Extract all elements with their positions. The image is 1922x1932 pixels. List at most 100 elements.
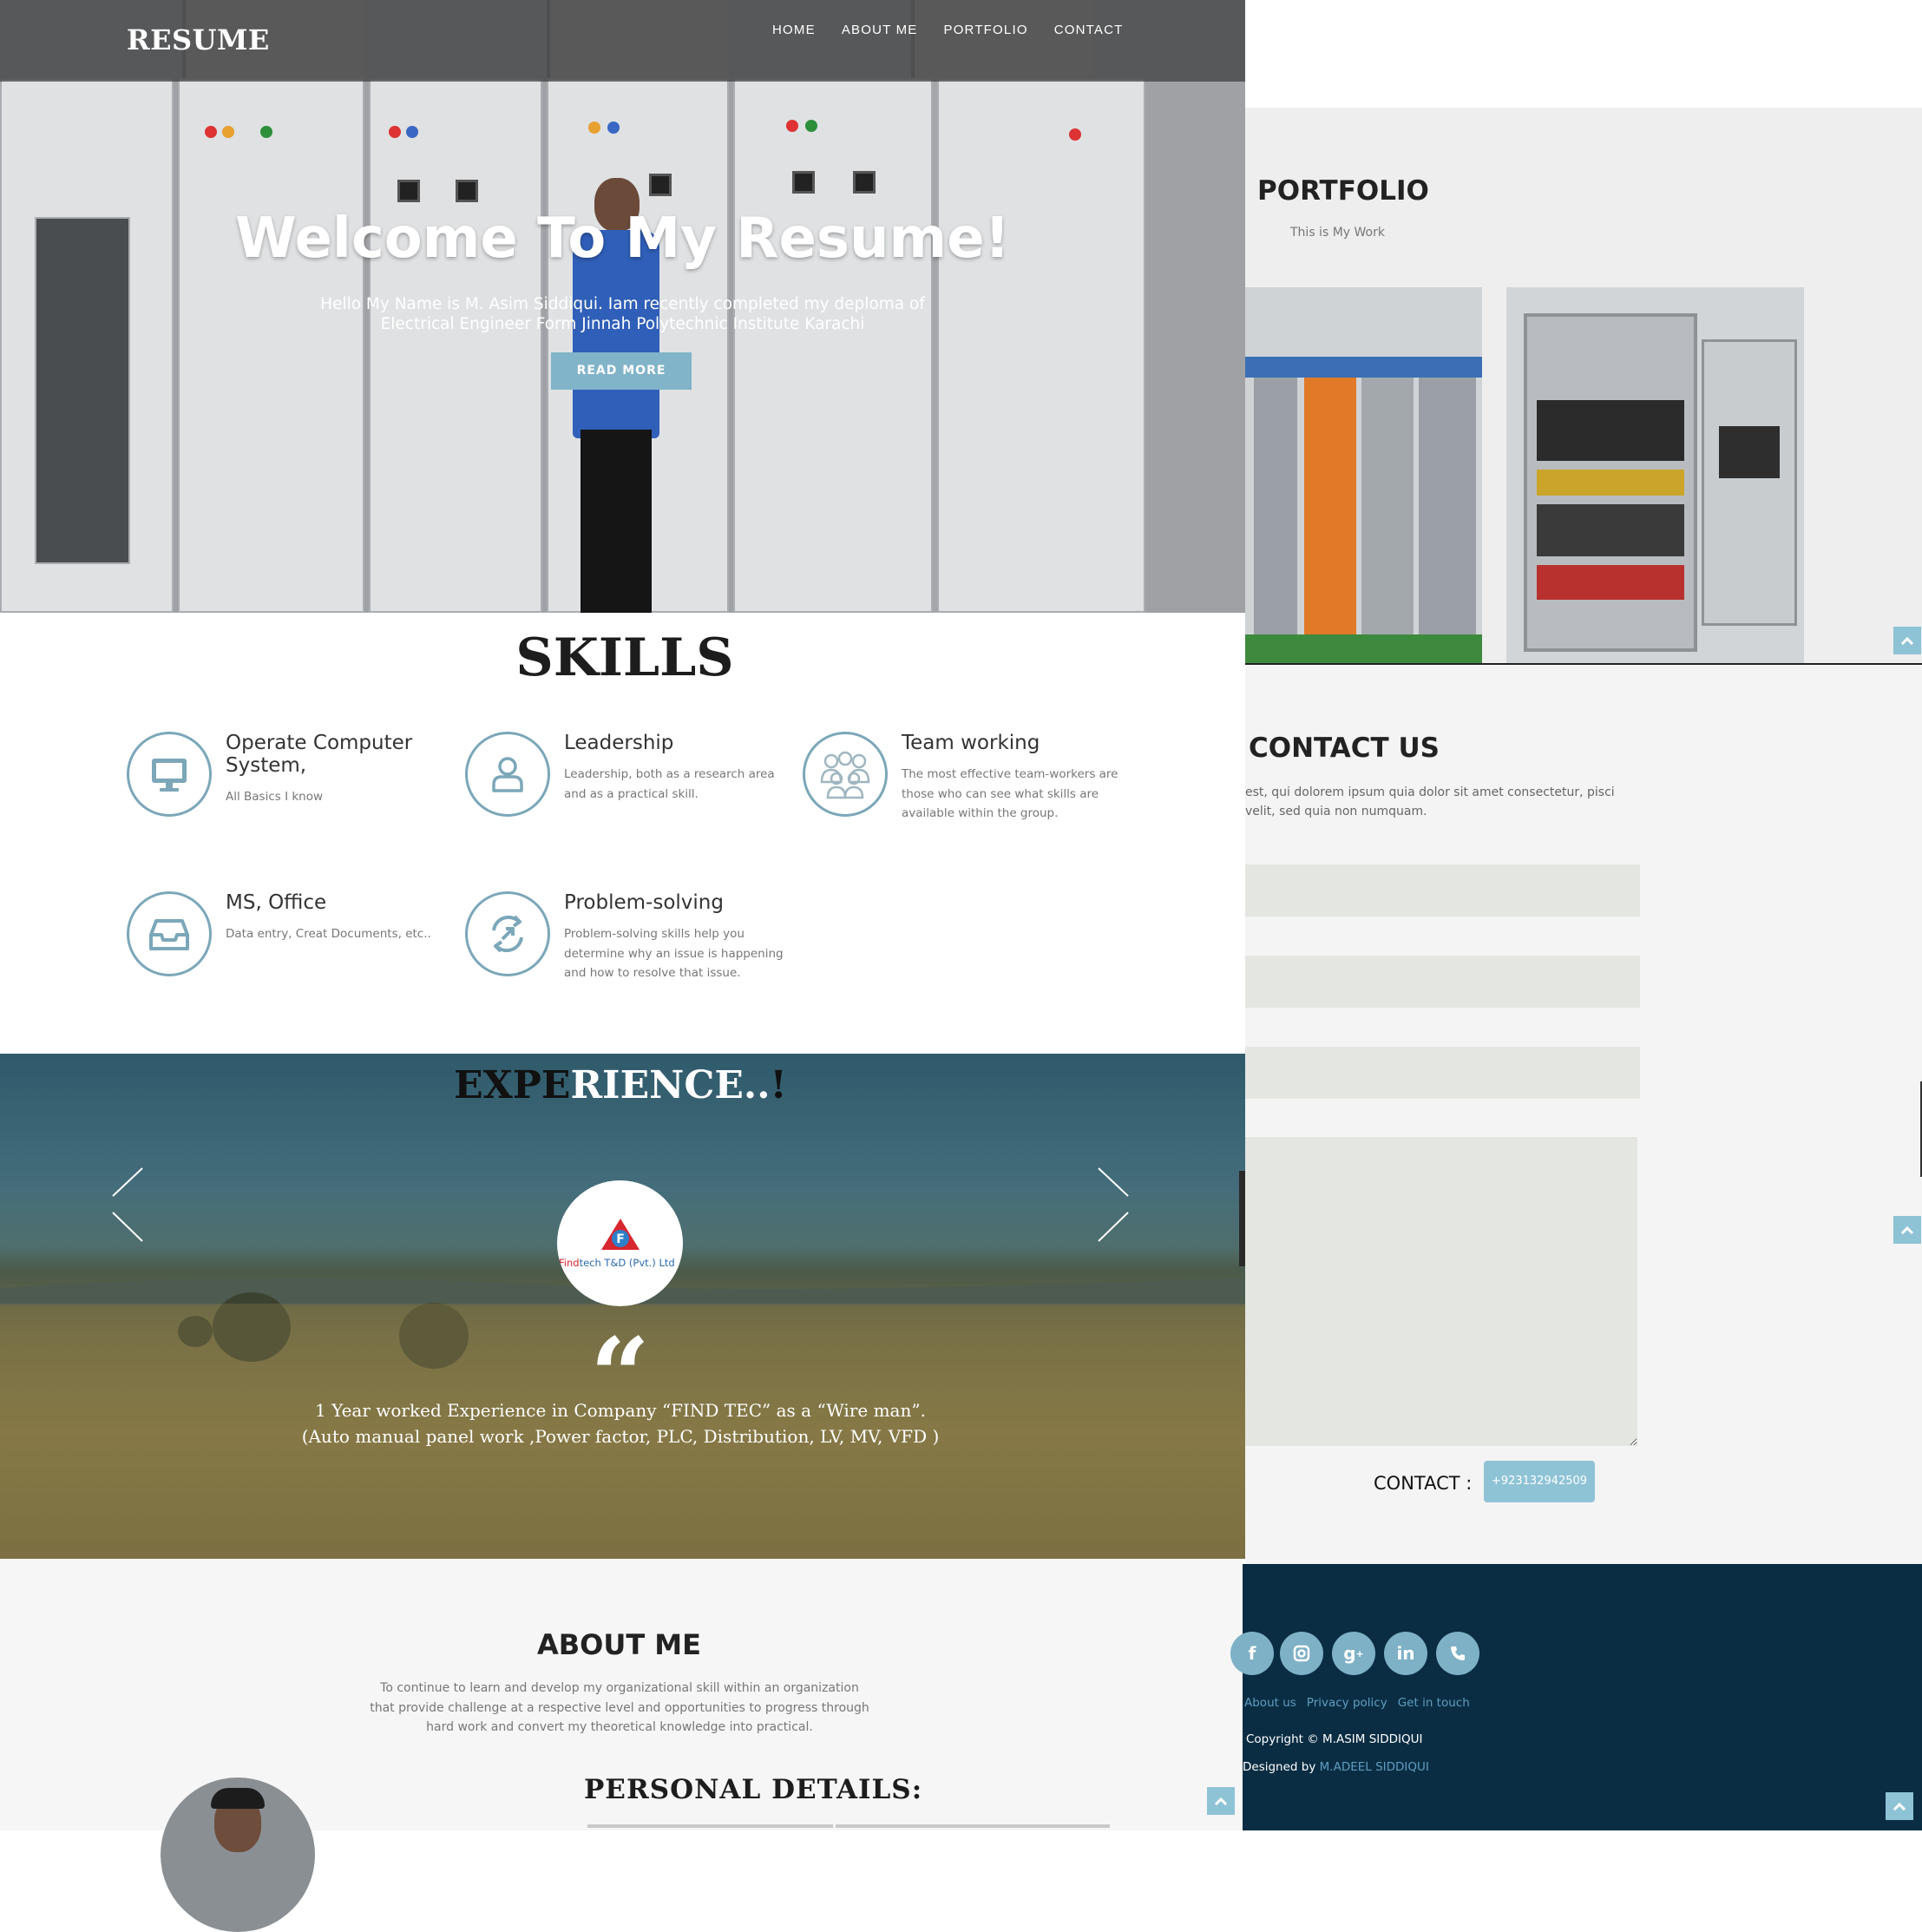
chevron-up-icon: [1900, 1226, 1914, 1234]
portfolio-image[interactable]: [1506, 287, 1804, 663]
read-more-button[interactable]: READ MORE: [551, 352, 692, 390]
subject-field[interactable]: [1245, 1047, 1640, 1099]
hero-bg-light: [786, 120, 798, 132]
compress-icon: [465, 891, 550, 976]
experience-text: 1 Year worked Experience in Company “FIN…: [243, 1397, 998, 1449]
experience-line2: (Auto manual panel work ,Power factor, P…: [301, 1426, 940, 1447]
hero-bg-light: [222, 126, 234, 138]
hero-bg-panel: [937, 78, 1145, 613]
portfolio-image-detail: [1537, 565, 1684, 600]
company-logo: F Findtech T&D (Pvt.) Ltd: [557, 1180, 683, 1306]
hero-bg-meter: [792, 171, 815, 194]
hero-bg-meter: [456, 180, 478, 202]
portfolio-subtitle: This is My Work: [1290, 226, 1385, 240]
phone-button[interactable]: +923132942509: [1484, 1461, 1595, 1502]
hero-bg-panel: [178, 78, 364, 613]
copyright-text: Copyright © M.ASIM SIDDIQUI: [1246, 1732, 1423, 1746]
right-column-header: [1245, 0, 1922, 108]
portfolio-section: PORTFOLIO This is My Work: [1245, 108, 1922, 663]
hero-bg-panel: [733, 78, 933, 613]
back-to-top-button[interactable]: [1886, 1792, 1913, 1820]
skill-title: MS, Office: [226, 891, 327, 914]
phone-icon[interactable]: [1436, 1632, 1479, 1675]
hero-title: Welcome To My Resume!: [235, 207, 1010, 271]
portfolio-image-detail: [1361, 378, 1414, 638]
avatar-hair: [211, 1788, 265, 1809]
skill-title: Leadership: [564, 732, 674, 754]
contact-section: CONTACT US est, qui dolorem ipsum quia d…: [1245, 663, 1922, 1564]
contact-title: CONTACT US: [1249, 733, 1440, 764]
instagram-icon[interactable]: [1280, 1632, 1323, 1675]
portfolio-image-detail: [1537, 470, 1684, 496]
svg-text:F: F: [616, 1232, 625, 1246]
nav-about-me[interactable]: ABOUT ME: [842, 23, 918, 37]
skill-title: Team working: [902, 732, 1040, 754]
hero-bg-light: [389, 126, 401, 138]
message-field[interactable]: [1245, 1137, 1637, 1446]
user-icon: [465, 732, 550, 817]
chevron-up-icon: [1892, 1802, 1906, 1810]
skill-text: Data entry, Creat Documents, etc..: [226, 927, 431, 941]
about-title: ABOUT ME: [536, 1628, 701, 1661]
carousel-next-arrow-icon[interactable]: [1095, 1165, 1130, 1252]
portfolio-image[interactable]: [1245, 287, 1482, 663]
back-to-top-button[interactable]: [1893, 627, 1921, 654]
designer-link[interactable]: M.ADEEL SIDDIQUI: [1320, 1760, 1429, 1774]
footer-link-privacy[interactable]: Privacy policy: [1307, 1696, 1387, 1710]
experience-title: EXPERIENCE..!: [0, 1063, 1241, 1107]
skill-text: The most effective team-workers are thos…: [902, 767, 1118, 820]
details-divider: [587, 1824, 833, 1828]
hero-bg-meter: [397, 180, 420, 202]
hero-bg-panel: [369, 78, 542, 613]
portfolio-image-detail: [1245, 357, 1482, 378]
google-plus-icon[interactable]: g +: [1332, 1632, 1375, 1675]
contact-text: est, qui dolorem ipsum quia dolor sit am…: [1245, 785, 1615, 818]
site-logo[interactable]: RESUME: [127, 23, 270, 56]
back-to-top-button[interactable]: [1207, 1787, 1235, 1815]
footer-link-get-in-touch[interactable]: Get in touch: [1398, 1696, 1470, 1710]
skill-title: Operate Computer System,: [226, 732, 413, 777]
experience-section: EXPERIENCE..! F Findtech T&D (Pvt.) Ltd …: [0, 1054, 1245, 1559]
designed-by: Designed by M.ADEEL SIDDIQUI: [1243, 1760, 1429, 1774]
chevron-up-icon: [1900, 636, 1914, 645]
hero-bg-light: [1069, 128, 1081, 141]
nav-home[interactable]: HOME: [772, 23, 816, 37]
carousel-prev-arrow-icon[interactable]: [111, 1165, 146, 1252]
portfolio-image-detail: [1254, 378, 1297, 638]
name-field[interactable]: [1245, 864, 1640, 917]
personal-details-title: PERSONAL DETAILS:: [584, 1774, 923, 1805]
scrollbar-thumb[interactable]: [1239, 1171, 1245, 1266]
nav-contact[interactable]: CONTACT: [1054, 23, 1124, 37]
hero-subtitle: Hello My Name is M. Asim Siddiqui. Iam r…: [320, 295, 925, 333]
about-text: To continue to learn and develop my orga…: [370, 1681, 869, 1734]
skill-text: Problem-solving skills help you determin…: [564, 927, 784, 980]
portfolio-image-detail: [1537, 504, 1684, 556]
experience-title-part2: RIENCE..: [570, 1063, 771, 1107]
contact-label: CONTACT :: [1374, 1473, 1473, 1494]
skill-title: Problem-solving: [564, 891, 724, 914]
experience-title-part3: !: [770, 1063, 787, 1107]
hero-bg-light: [805, 120, 817, 132]
facebook-icon[interactable]: f: [1230, 1632, 1274, 1675]
portfolio-title: PORTFOLIO: [1257, 175, 1429, 207]
nav-portfolio[interactable]: PORTFOLIO: [943, 23, 1027, 37]
main-nav: HOME ABOUT ME PORTFOLIO CONTACT: [772, 23, 1124, 37]
hero-bg-light: [406, 126, 418, 138]
skills-section: SKILLS Operate Computer System, All Basi…: [0, 613, 1245, 1054]
linkedin-icon[interactable]: in: [1384, 1632, 1427, 1675]
hero-bg-light: [260, 126, 272, 138]
portfolio-image-detail: [1702, 339, 1797, 626]
chevron-up-icon: [1214, 1797, 1228, 1805]
details-divider: [836, 1824, 1110, 1828]
footer-links: About us Privacy policy Get in touch: [1244, 1696, 1470, 1710]
footer-link-about[interactable]: About us: [1244, 1696, 1296, 1710]
back-to-top-button[interactable]: [1893, 1216, 1921, 1244]
hero-bg-light: [607, 122, 620, 134]
portfolio-image-detail: [1719, 426, 1780, 478]
hero-bg-light: [205, 126, 217, 138]
skill-text: Leadership, both as a research area and …: [564, 767, 775, 801]
footer: f g + in About us Privacy policy Get in t…: [1230, 1564, 1922, 1830]
skills-title: SKILLS: [515, 628, 734, 688]
email-field[interactable]: [1245, 956, 1640, 1008]
inbox-icon: [127, 891, 212, 976]
